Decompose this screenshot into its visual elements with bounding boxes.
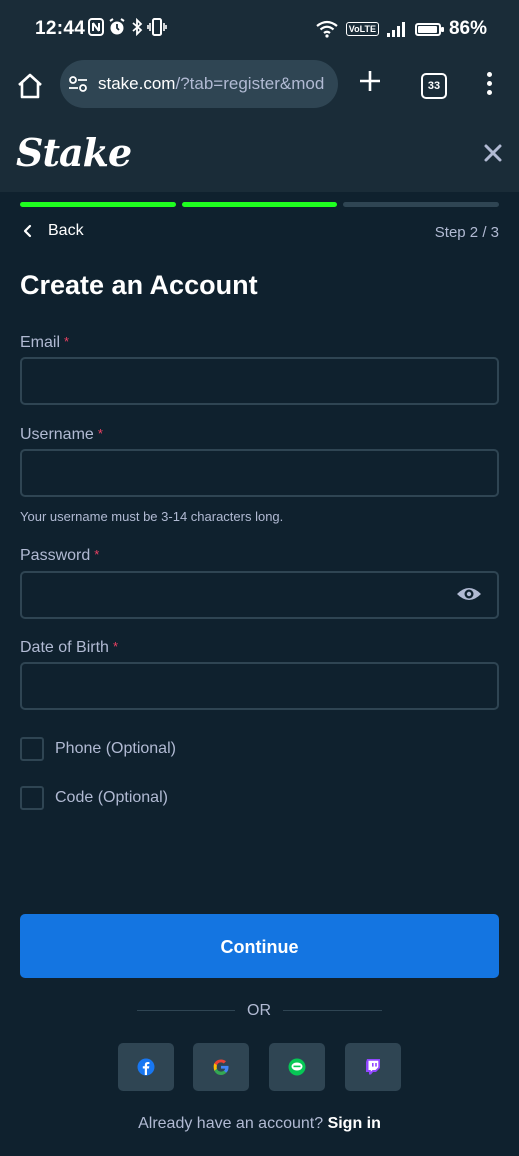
progress-segment-pending	[343, 202, 500, 207]
alarm-icon	[109, 18, 126, 35]
required-mark: *	[97, 426, 103, 441]
twitch-login-button[interactable]	[345, 1043, 401, 1091]
code-checkbox[interactable]	[20, 786, 44, 810]
new-tab-button[interactable]	[356, 68, 384, 98]
username-label-text: Username	[20, 426, 94, 443]
status-time: 12:44	[35, 18, 86, 39]
progress-segment-complete	[20, 202, 176, 207]
page-title: Create an Account	[20, 270, 258, 300]
status-left-icons	[88, 17, 168, 41]
nfc-icon	[88, 18, 104, 36]
signin-prompt: Already have an account? Sign in	[0, 1115, 519, 1133]
required-mark: *	[112, 639, 118, 654]
address-bar[interactable]: stake.com/?tab=register&mod	[60, 60, 338, 108]
line-icon	[288, 1058, 306, 1076]
required-mark: *	[94, 547, 100, 562]
required-mark: *	[64, 334, 70, 349]
username-label: Username *	[20, 426, 103, 444]
back-label: Back	[48, 222, 84, 239]
dob-label-text: Date of Birth	[20, 639, 109, 656]
browser-toolbar: stake.com/?tab=register&mod 33	[0, 58, 519, 120]
phone-optional-label: Phone (Optional)	[55, 740, 176, 757]
status-bar: 12:44 VoLTE 86%	[0, 0, 519, 58]
bluetooth-icon	[132, 17, 143, 37]
email-label: Email *	[20, 334, 69, 352]
facebook-login-button[interactable]	[118, 1043, 174, 1091]
google-icon	[213, 1059, 229, 1075]
vibrate-icon	[147, 18, 168, 36]
email-label-text: Email	[20, 334, 61, 351]
line-login-button[interactable]	[269, 1043, 325, 1091]
tab-switcher-button[interactable]: 33	[421, 73, 447, 99]
status-right: VoLTE 86%	[316, 18, 487, 40]
progress-segment-complete	[181, 202, 338, 207]
password-label: Password *	[20, 547, 99, 565]
wifi-icon	[316, 20, 338, 38]
signin-prompt-text: Already have an account?	[138, 1115, 324, 1132]
phone-checkbox[interactable]	[20, 737, 44, 761]
eye-icon[interactable]	[456, 584, 482, 604]
signal-icon	[386, 22, 405, 37]
email-field[interactable]	[20, 357, 499, 405]
password-label-text: Password	[20, 547, 91, 564]
chevron-left-icon	[23, 224, 32, 238]
url-host: stake.com	[98, 74, 176, 93]
plus-icon	[360, 71, 380, 91]
battery-fill	[417, 25, 437, 33]
username-hint: Your username must be 3-14 characters lo…	[20, 509, 284, 524]
password-field[interactable]	[20, 571, 499, 619]
continue-button[interactable]: Continue	[20, 914, 499, 978]
stake-logo[interactable]: Stake	[16, 130, 132, 175]
battery-percent: 86%	[448, 18, 487, 39]
browser-menu-button[interactable]	[482, 72, 496, 100]
close-icon[interactable]	[482, 142, 504, 164]
date-of-birth-field[interactable]	[20, 662, 499, 710]
registration-progress	[20, 202, 500, 207]
username-field[interactable]	[20, 449, 499, 497]
site-header: Stake	[0, 120, 519, 192]
code-optional-toggle[interactable]: Code (Optional)	[20, 786, 168, 810]
or-label: OR	[247, 1002, 271, 1019]
battery-icon	[414, 22, 444, 36]
url-text[interactable]: stake.com/?tab=register&mod	[98, 74, 324, 94]
twitch-icon	[366, 1059, 380, 1075]
code-optional-label: Code (Optional)	[55, 789, 168, 806]
signin-link[interactable]: Sign in	[328, 1115, 381, 1132]
facebook-icon	[137, 1058, 155, 1076]
site-settings-icon[interactable]	[68, 75, 88, 93]
step-indicator: Step 2 / 3	[434, 224, 499, 241]
google-login-button[interactable]	[193, 1043, 249, 1091]
volte-badge: VoLTE	[345, 22, 379, 36]
phone-optional-toggle[interactable]: Phone (Optional)	[20, 737, 176, 761]
url-path: /?tab=register&mod	[175, 74, 325, 93]
divider-right	[283, 1010, 382, 1011]
back-button[interactable]: Back	[20, 222, 84, 240]
divider-left	[137, 1010, 235, 1011]
home-icon[interactable]	[14, 70, 46, 102]
dob-label: Date of Birth *	[20, 639, 118, 657]
